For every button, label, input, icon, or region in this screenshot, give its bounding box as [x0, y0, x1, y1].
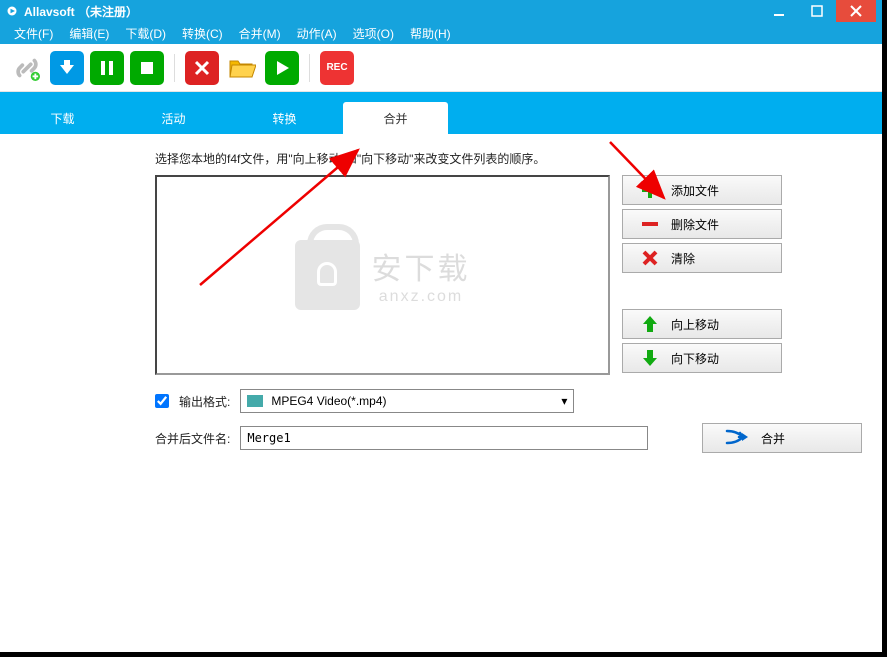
clear-label: 清除: [671, 250, 695, 267]
app-icon: [6, 5, 18, 17]
menu-merge[interactable]: 合并(M): [231, 25, 289, 42]
x-icon: [641, 249, 659, 267]
watermark-url: anxz.com: [372, 288, 471, 306]
maximize-button[interactable]: [798, 0, 836, 22]
close-button[interactable]: [836, 0, 876, 22]
menu-convert[interactable]: 转换(C): [174, 25, 231, 42]
merge-arrow-icon: [725, 429, 749, 448]
delete-file-label: 删除文件: [671, 216, 719, 233]
tab-merge[interactable]: 合并: [343, 102, 448, 134]
chevron-down-icon: ▾: [561, 394, 567, 408]
minimize-button[interactable]: [760, 0, 798, 22]
menu-options[interactable]: 选项(O): [345, 25, 402, 42]
arrow-up-icon: [641, 315, 659, 333]
move-up-button[interactable]: 向上移动: [622, 309, 782, 339]
output-format-dropdown[interactable]: MPEG4 Video(*.mp4) ▾: [240, 389, 574, 413]
content-area: 选择您本地的f4f文件，用"向上移动"和"向下移动"来改变文件列表的顺序。 安下…: [0, 134, 882, 652]
output-format-label: 输出格式:: [179, 393, 230, 410]
merged-name-input[interactable]: [240, 426, 648, 450]
tab-bar: 下载 活动 转换 合并: [0, 92, 882, 134]
merge-button-label: 合并: [761, 430, 785, 447]
tab-convert[interactable]: 转换: [232, 102, 337, 134]
play-button[interactable]: [265, 51, 299, 85]
merged-name-label: 合并后文件名:: [155, 430, 230, 447]
record-button[interactable]: REC: [320, 51, 354, 85]
toolbar: REC: [0, 44, 882, 92]
title-bar: Allavsoft （未注册）: [0, 0, 882, 22]
watermark: 安下载 anxz.com: [295, 240, 471, 310]
clear-button[interactable]: 清除: [622, 243, 782, 273]
output-format-checkbox[interactable]: [155, 394, 169, 408]
move-up-label: 向上移动: [671, 316, 719, 333]
watermark-text: 安下载: [372, 244, 471, 288]
window-title: Allavsoft （未注册）: [24, 3, 138, 20]
move-down-button[interactable]: 向下移动: [622, 343, 782, 373]
add-file-button[interactable]: 添加文件: [622, 175, 782, 205]
menu-bar: 文件(F) 编辑(E) 下载(D) 转换(C) 合并(M) 动作(A) 选项(O…: [0, 22, 882, 44]
instruction-text: 选择您本地的f4f文件，用"向上移动"和"向下移动"来改变文件列表的顺序。: [155, 150, 862, 167]
download-button[interactable]: [50, 51, 84, 85]
tab-activity[interactable]: 活动: [121, 102, 226, 134]
merge-button[interactable]: 合并: [702, 423, 862, 453]
plus-icon: [641, 181, 659, 199]
menu-file[interactable]: 文件(F): [6, 25, 61, 42]
toolbar-separator: [174, 54, 175, 82]
paste-url-button[interactable]: [10, 51, 44, 85]
add-file-label: 添加文件: [671, 182, 719, 199]
file-list[interactable]: 安下载 anxz.com: [155, 175, 610, 375]
pause-button[interactable]: [90, 51, 124, 85]
delete-button[interactable]: [185, 51, 219, 85]
watermark-bag-icon: [295, 240, 360, 310]
menu-edit[interactable]: 编辑(E): [61, 25, 117, 42]
output-format-value: MPEG4 Video(*.mp4): [271, 394, 386, 408]
format-icon: [247, 395, 263, 407]
delete-file-button[interactable]: 删除文件: [622, 209, 782, 239]
minus-icon: [641, 215, 659, 233]
arrow-down-icon: [641, 349, 659, 367]
menu-download[interactable]: 下载(D): [117, 25, 174, 42]
open-folder-button[interactable]: [225, 51, 259, 85]
move-down-label: 向下移动: [671, 350, 719, 367]
menu-help[interactable]: 帮助(H): [402, 25, 459, 42]
toolbar-separator: [309, 54, 310, 82]
tab-download[interactable]: 下载: [10, 102, 115, 134]
stop-button[interactable]: [130, 51, 164, 85]
menu-action[interactable]: 动作(A): [289, 25, 345, 42]
